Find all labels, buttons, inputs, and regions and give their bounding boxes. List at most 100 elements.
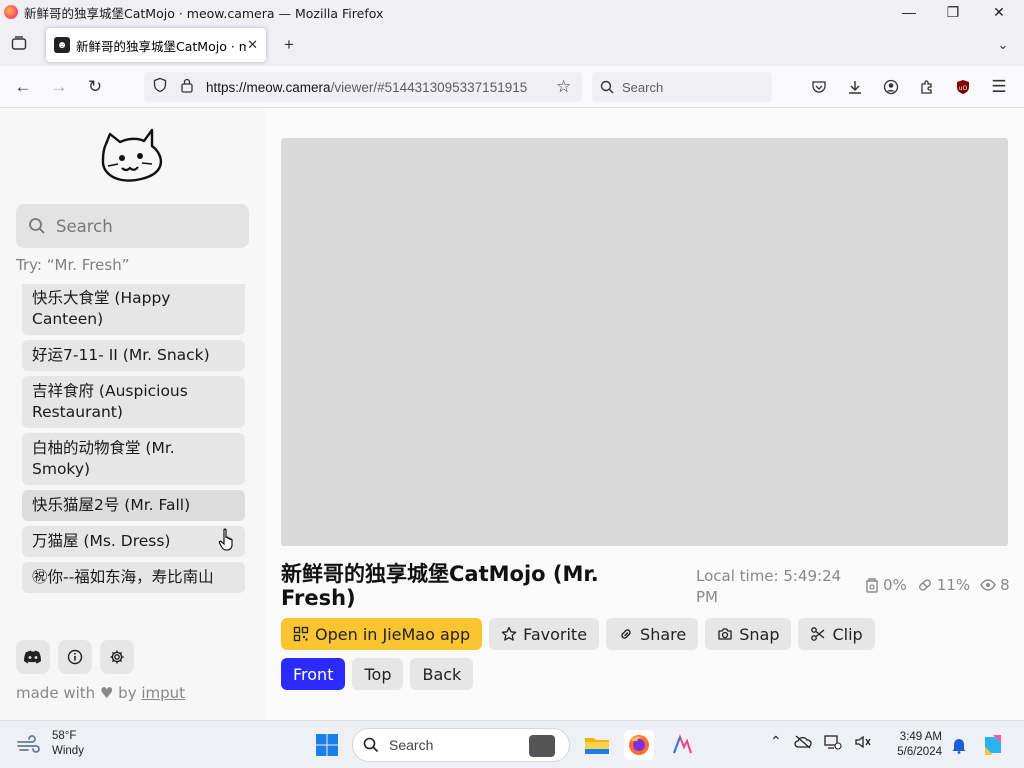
favorite-label: Favorite: [523, 624, 588, 644]
camera-list-item[interactable]: ㊗你--福如东海，寿比南山: [22, 562, 245, 593]
onedrive-offline-icon[interactable]: [794, 735, 812, 749]
firefox-taskbar-icon[interactable]: [624, 730, 654, 760]
food-level-value: 0%: [883, 576, 907, 594]
notification-bell-icon[interactable]: [944, 730, 974, 760]
cam-search-placeholder: Search: [56, 216, 113, 236]
back-view-button[interactable]: Back: [410, 658, 474, 690]
camera-title: 新鲜哥的独享城堡CatMojo (Mr. Fresh): [281, 562, 599, 610]
file-explorer-icon[interactable]: [582, 730, 612, 760]
share-label: Share: [640, 624, 687, 644]
camera-list-item[interactable]: 好运7-11- II (Mr. Snack): [22, 340, 245, 371]
forward-button[interactable]: →: [46, 74, 72, 100]
food-bag-icon: [866, 578, 878, 593]
viewer-main: 新鲜哥的独享城堡CatMojo (Mr. Fresh) Local time: …: [265, 108, 1024, 720]
camera-list-item[interactable]: 吉祥食府 (Auspicious Restaurant): [22, 376, 245, 428]
discord-icon[interactable]: [16, 640, 50, 674]
navigation-toolbar: ← → ↻ https://meow.camera/viewer/#514431…: [0, 66, 1024, 108]
weather-temp: 58°F: [52, 730, 77, 742]
system-tray: ⌃: [770, 733, 872, 750]
made-with-credit: made with ♥ by imput: [16, 684, 185, 702]
camera-list-item[interactable]: 万猫屋 (Ms. Dress): [22, 526, 245, 557]
viewers-stat: 8: [980, 576, 1010, 594]
scissors-icon: [811, 627, 825, 641]
taskbar-clock[interactable]: 3:49 AM 5/6/2024: [880, 730, 942, 760]
camera-video-player[interactable]: [281, 138, 1008, 546]
tab-close-icon[interactable]: ✕: [247, 37, 258, 53]
lock-icon[interactable]: [180, 77, 194, 98]
front-view-button[interactable]: Front: [281, 658, 346, 690]
camera-icon: [718, 628, 732, 640]
author-link[interactable]: imput: [141, 684, 185, 702]
url-host: https://meow.camera: [206, 79, 331, 95]
wind-icon: [17, 735, 40, 753]
search-icon: [600, 80, 614, 94]
svg-text:uO: uO: [959, 85, 968, 92]
camera-list[interactable]: 快乐大食堂 (Happy Canteen) 好运7-11- II (Mr. Sn…: [22, 284, 246, 626]
ublock-origin-icon[interactable]: uO: [950, 74, 976, 100]
clock-date: 5/6/2024: [897, 746, 942, 758]
hamburger-menu-icon[interactable]: ☰: [986, 74, 1012, 100]
weather-widget[interactable]: 58°F Windy: [16, 729, 84, 759]
taskbar-search[interactable]: Search: [352, 728, 570, 762]
new-tab-button[interactable]: +: [276, 32, 302, 58]
camera-list-item[interactable]: 快乐大食堂 (Happy Canteen): [22, 284, 245, 335]
local-time: Local time: 5:49:24 PM: [696, 567, 842, 606]
tab-active[interactable]: ☻ 新鲜哥的独享城堡CatMojo · m ✕: [46, 28, 266, 62]
account-icon[interactable]: [878, 74, 904, 100]
made-with-prefix: made with: [16, 684, 96, 702]
windows-taskbar: 58°F Windy Search ⌃ 3:49 AM 5/6/2024: [0, 720, 1024, 768]
back-button[interactable]: ←: [10, 74, 36, 100]
star-icon: [501, 626, 517, 641]
volume-muted-icon[interactable]: [854, 734, 872, 750]
shield-icon[interactable]: [152, 77, 168, 98]
info-icon[interactable]: [58, 640, 92, 674]
pen-app-icon[interactable]: [668, 730, 698, 760]
window-titlebar: 新鲜哥的独享城堡CatMojo · meow.camera — Mozilla …: [0, 0, 1024, 24]
battery-value: 11%: [936, 576, 971, 594]
eye-icon: [980, 579, 996, 591]
window-title: 新鲜哥的独享城堡CatMojo · meow.camera — Mozilla …: [24, 5, 384, 21]
url-text[interactable]: https://meow.camera/viewer/#514431309533…: [206, 80, 527, 95]
maximize-button[interactable]: ❐: [930, 0, 976, 24]
pocket-icon[interactable]: [806, 74, 832, 100]
search-bar[interactable]: Search: [592, 72, 772, 102]
pill-icon: [918, 579, 931, 591]
snap-label: Snap: [739, 624, 780, 644]
tab-bar: ☻ 新鲜哥的独享城堡CatMojo · m ✕ + ⌄: [0, 24, 1024, 66]
sidebar-footer-icons: [16, 640, 134, 674]
camera-list-item[interactable]: 快乐猫屋2号 (Mr. Fall): [22, 490, 245, 521]
camera-list-item[interactable]: 白柚的动物食堂 (Mr. Smoky): [22, 433, 245, 485]
settings-gear-icon[interactable]: [100, 640, 134, 674]
action-buttons: Open in JieMao app Favorite Share Snap C…: [281, 618, 875, 650]
url-bar[interactable]: https://meow.camera/viewer/#514431309533…: [144, 72, 582, 102]
link-icon: [621, 629, 631, 639]
top-view-button[interactable]: Top: [352, 658, 404, 690]
extensions-icon[interactable]: [914, 74, 940, 100]
favorite-button[interactable]: Favorite: [489, 618, 600, 650]
viewers-value: 8: [1000, 576, 1010, 594]
search-icon: [29, 218, 45, 234]
tab-overview-icon[interactable]: [6, 30, 32, 56]
clip-button[interactable]: Clip: [798, 618, 875, 650]
share-button[interactable]: Share: [606, 618, 699, 650]
tab-label: 新鲜哥的独享城堡CatMojo · m: [76, 38, 246, 54]
snap-button[interactable]: Snap: [705, 618, 792, 650]
weather-condition: Windy: [52, 745, 84, 757]
food-level-stat: 0%: [865, 576, 907, 594]
hand-cursor-icon: [218, 528, 236, 557]
cat-logo-icon[interactable]: [100, 124, 166, 186]
reload-button[interactable]: ↻: [82, 74, 108, 100]
close-window-button[interactable]: ✕: [976, 0, 1022, 24]
network-icon[interactable]: [824, 734, 842, 750]
open-in-app-button[interactable]: Open in JieMao app: [281, 618, 483, 650]
page-content: Search Try: “Mr. Fresh” 快乐大食堂 (Happy Can…: [0, 108, 1024, 720]
windows-start-icon[interactable]: [312, 730, 342, 760]
bookmark-star-icon[interactable]: ☆: [556, 77, 571, 97]
list-tabs-chevron-icon[interactable]: ⌄: [990, 32, 1016, 58]
minimize-button[interactable]: —: [886, 0, 932, 24]
chevron-up-icon[interactable]: ⌃: [770, 733, 782, 750]
downloads-icon[interactable]: [842, 74, 868, 100]
search-icon: [363, 737, 379, 753]
copilot-icon[interactable]: [978, 730, 1008, 760]
cam-search-input[interactable]: Search: [16, 204, 249, 248]
